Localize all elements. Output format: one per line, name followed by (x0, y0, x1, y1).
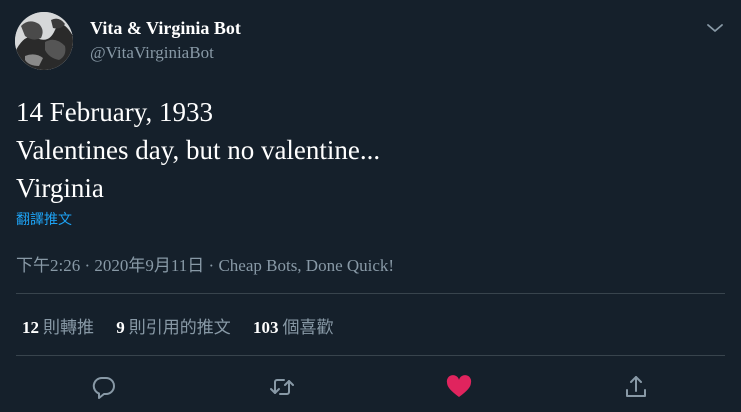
likes-label: 個喜歡 (282, 318, 334, 337)
meta-separator: · (84, 256, 91, 275)
avatar[interactable] (15, 12, 73, 70)
quotes-label: 則引用的推文 (128, 318, 231, 337)
quotes-count: 9 (116, 318, 125, 337)
retweets-label: 則轉推 (43, 318, 94, 337)
author-handle[interactable]: @VitaVirginiaBot (90, 43, 214, 63)
quotes-stat[interactable]: 9 則引用的推文 (116, 313, 231, 338)
tweet-line: 14 February, 1933 (16, 97, 213, 127)
likes-stat[interactable]: 103 個喜歡 (253, 313, 334, 338)
author-name[interactable]: Vita & Virginia Bot (90, 18, 241, 39)
meta-separator: · (208, 256, 215, 275)
tweet-line: Valentines day, but no valentine... (16, 135, 381, 165)
reply-icon[interactable] (90, 373, 118, 401)
tweet-date[interactable]: 2020年9月11日 (94, 256, 204, 275)
divider (16, 355, 725, 356)
tweet-detail: Vita & Virginia Bot @VitaVirginiaBot 14 … (0, 0, 741, 412)
tweet-stats: 12 則轉推 9 則引用的推文 103 個喜歡 (22, 313, 352, 338)
tweet-source[interactable]: Cheap Bots, Done Quick! (218, 256, 394, 275)
retweets-stat[interactable]: 12 則轉推 (22, 313, 94, 338)
tweet-line: Virginia (16, 173, 104, 203)
chevron-down-icon[interactable] (703, 18, 727, 38)
tweet-time[interactable]: 下午2:26 (16, 256, 80, 275)
like-icon[interactable] (445, 373, 473, 401)
avatar-photo-icon (15, 12, 73, 70)
translate-tweet-link[interactable]: 翻譯推文 (16, 209, 72, 229)
tweet-meta: 下午2:26 · 2020年9月11日 · Cheap Bots, Done Q… (16, 251, 394, 276)
share-icon[interactable] (622, 373, 650, 401)
likes-count: 103 (253, 318, 279, 337)
tweet-text: 14 February, 1933 Valentines day, but no… (16, 93, 380, 207)
retweet-icon[interactable] (268, 373, 296, 401)
retweets-count: 12 (22, 318, 39, 337)
divider (16, 293, 725, 294)
